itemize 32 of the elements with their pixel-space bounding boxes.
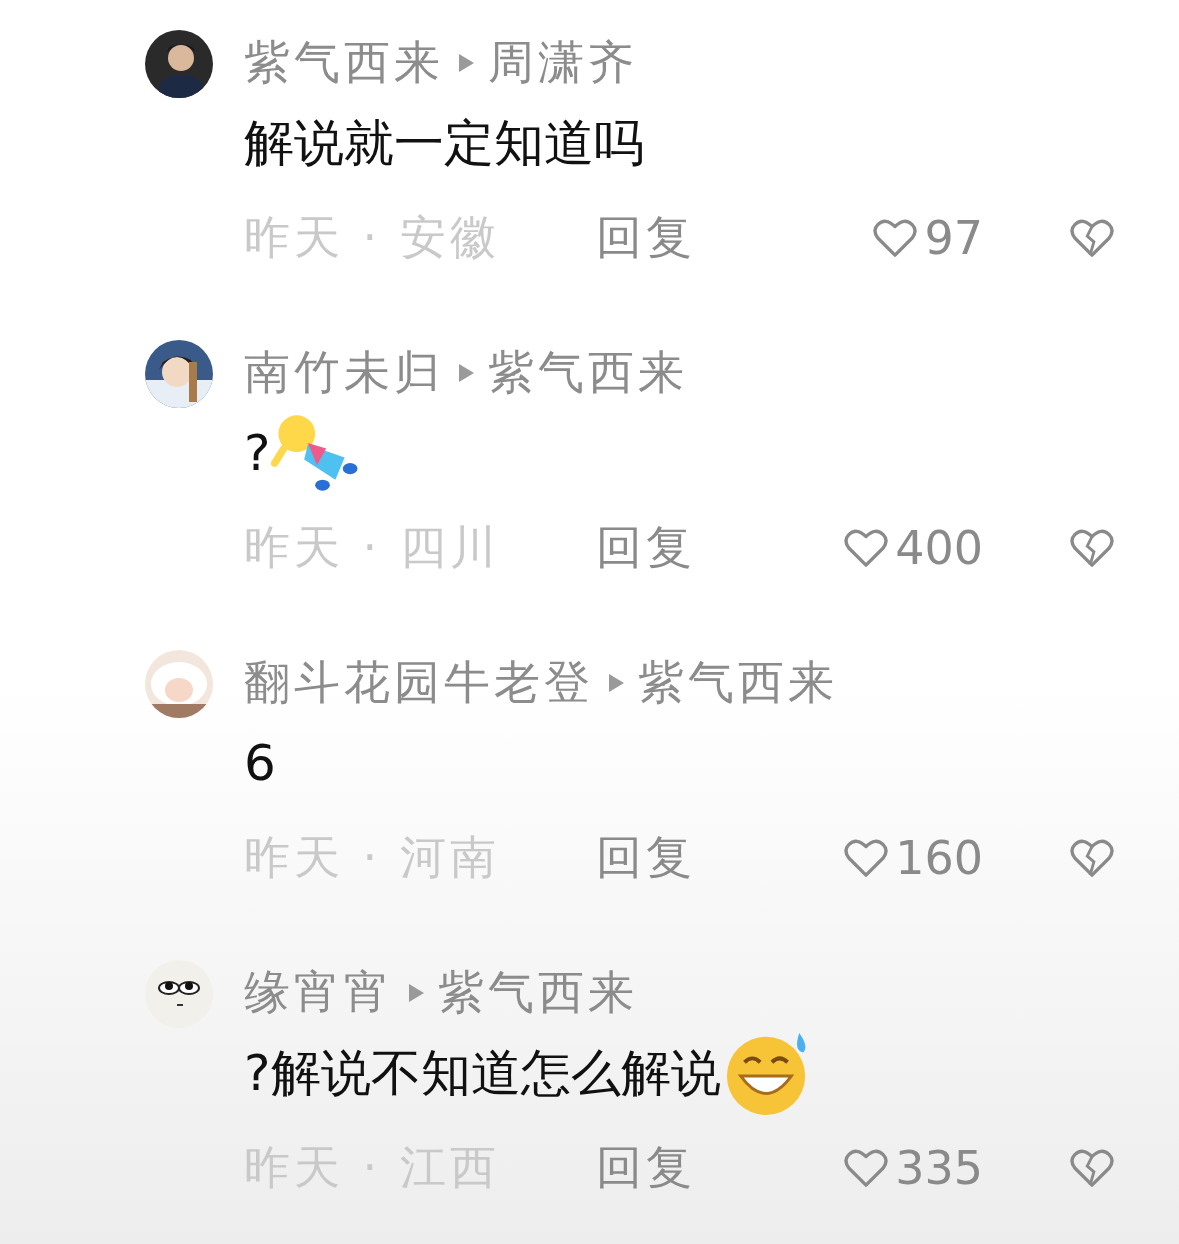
broken-heart-icon[interactable] — [1069, 837, 1115, 879]
heart-icon — [843, 1147, 890, 1189]
reply-link[interactable]: 回复 — [596, 1137, 696, 1199]
username[interactable]: 翻斗花园牛老登 — [244, 652, 594, 714]
like-button[interactable]: 335 — [843, 1141, 983, 1195]
like-button[interactable]: 97 — [872, 211, 983, 265]
broken-heart-icon[interactable] — [1069, 217, 1115, 259]
heart-icon — [843, 527, 890, 569]
heart-icon — [843, 837, 890, 879]
username[interactable]: 紫气西来 — [244, 32, 444, 94]
comment-text: 6 — [244, 734, 276, 792]
heart-icon — [872, 217, 919, 259]
like-button[interactable]: 400 — [843, 521, 983, 575]
reply-link[interactable]: 回复 — [596, 517, 696, 579]
triangle-icon — [406, 982, 426, 1004]
broken-heart-icon[interactable] — [1069, 527, 1115, 569]
comment-text: 解说就一定知道吗 — [244, 112, 644, 174]
username[interactable]: 紫气西来 — [638, 652, 838, 714]
triangle-icon — [456, 362, 476, 384]
username[interactable]: 缘宵宵 — [244, 962, 394, 1024]
username[interactable]: 周潇齐 — [488, 32, 638, 94]
triangle-icon — [456, 52, 476, 74]
username[interactable]: 紫气西来 — [488, 342, 688, 404]
username[interactable]: 南竹未归 — [244, 342, 444, 404]
username[interactable]: 紫气西来 — [438, 962, 638, 1024]
broken-heart-icon[interactable] — [1069, 1147, 1115, 1189]
like-button[interactable]: 160 — [843, 831, 983, 885]
reply-link[interactable]: 回复 — [596, 827, 696, 889]
comment-text: ? — [244, 424, 271, 482]
reply-link[interactable]: 回复 — [596, 207, 696, 269]
comment-text: ?解说不知道怎么解说 — [244, 1042, 721, 1104]
triangle-icon — [606, 672, 626, 694]
